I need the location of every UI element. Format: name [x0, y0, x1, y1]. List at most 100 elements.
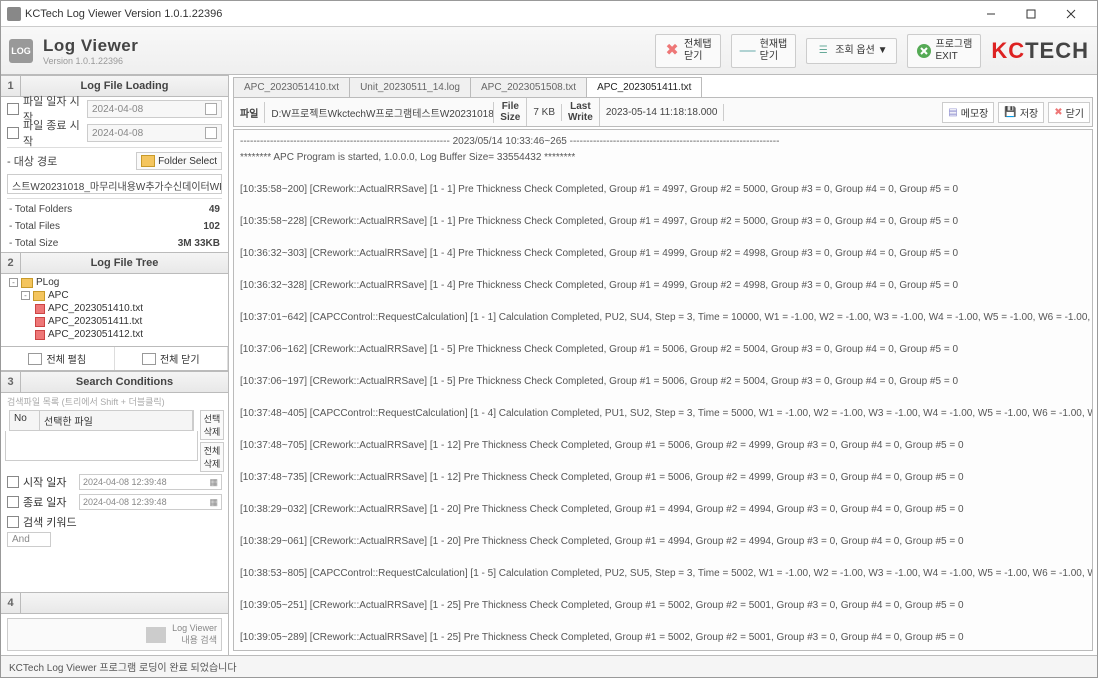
col-no: No [10, 411, 40, 430]
total-folders-value: 49 [209, 204, 220, 215]
log-line: [10:39:05~289] [CRework::ActualRRSave] [… [240, 630, 1086, 646]
search-end-checkbox[interactable] [7, 496, 19, 508]
tree-folder[interactable]: -PLog [3, 276, 226, 289]
log-line [240, 518, 1086, 534]
log-line [240, 166, 1086, 182]
tree-file[interactable]: APC_2023051410.txt [3, 302, 226, 315]
log-line [240, 454, 1086, 470]
collapse-all-button[interactable]: 전체 닫기 [115, 347, 229, 370]
log-line: [10:36:32~328] [CRework::ActualRRSave] [… [240, 278, 1086, 294]
log-line [240, 486, 1086, 502]
folder-icon [21, 278, 33, 288]
notepad-button[interactable]: ▤메모장 [942, 102, 994, 123]
tree-file[interactable]: APC_2023051411.txt [3, 315, 226, 328]
search-list-hint: 검색파일 목록 (트리에서 Shift + 더블클릭) [1, 393, 228, 410]
expander-icon[interactable]: - [9, 278, 18, 287]
save-button[interactable]: 💾저장 [998, 102, 1044, 123]
end-date-checkbox[interactable] [7, 127, 19, 139]
path-display: 스트W20231018_마무리내용W추가수신데이터WPLog [7, 174, 222, 194]
log-line: [10:38:29~061] [CRework::ActualRRSave] [… [240, 534, 1086, 550]
close-tab-button[interactable]: ✖닫기 [1048, 102, 1090, 123]
col-file: 선택한 파일 [40, 411, 193, 430]
expand-icon [28, 353, 42, 365]
collapse-icon [142, 353, 156, 365]
tab-0[interactable]: APC_2023051410.txt [233, 77, 350, 97]
notepad-icon: ▤ [948, 107, 957, 118]
end-date-input[interactable]: 2024-04-08 [87, 124, 222, 142]
tree-file[interactable]: APC_2023051412.txt [3, 328, 226, 341]
total-size-value: 3M 33KB [178, 238, 220, 249]
total-size-label: - Total Size [9, 238, 178, 249]
exit-button[interactable]: 프로그램EXIT [907, 34, 982, 68]
folder-select-button[interactable]: Folder Select [136, 152, 222, 170]
close-current-tab-button[interactable]: — 현재탭닫기 [731, 34, 797, 68]
log-line: [10:37:48~735] [CRework::ActualRRSave] [… [240, 470, 1086, 486]
log-line: [10:38:53~805] [CAPCControl::RequestCalc… [240, 566, 1086, 582]
tab-1[interactable]: Unit_20230511_14.log [349, 77, 471, 97]
log-line: ----------------------------------------… [240, 134, 1086, 150]
search-start-checkbox[interactable] [7, 476, 19, 488]
app-logo-icon: LOG [9, 39, 33, 63]
expander-icon[interactable]: - [21, 291, 30, 300]
log-line: [10:37:01~642] [CAPCControl::RequestCalc… [240, 310, 1086, 326]
start-date-input[interactable]: 2024-04-08 [87, 100, 222, 118]
log-line [240, 358, 1086, 374]
file-label: 파일 [240, 105, 258, 120]
log-viewer-search-button[interactable]: Log Viewer내용 검색 [7, 618, 222, 651]
log-line: [10:37:48~705] [CRework::ActualRRSave] [… [240, 438, 1086, 454]
close-all-tabs-button[interactable]: ✖ 전체탭닫기 [655, 34, 721, 68]
close-button[interactable] [1051, 2, 1091, 26]
end-date-label: 파일 종료 시작 [23, 117, 83, 149]
file-icon [35, 330, 45, 340]
delete-all-button[interactable]: 전체 삭제 [200, 442, 224, 472]
file-icon [35, 304, 45, 314]
log-line [240, 294, 1086, 310]
andor-select[interactable]: And [7, 532, 51, 547]
section-3-title: Search Conditions [21, 376, 228, 388]
log-line: [10:39:05~251] [CRework::ActualRRSave] [… [240, 598, 1086, 614]
size-label: File Size [500, 101, 520, 123]
log-line [240, 550, 1086, 566]
log-content[interactable]: ----------------------------------------… [233, 129, 1093, 651]
section-1-badge: 1 [1, 76, 21, 96]
log-line: ******** APC Program is started, 1.0.0.0… [240, 150, 1086, 166]
log-line [240, 390, 1086, 406]
folder-icon [141, 155, 155, 167]
delete-selected-button[interactable]: 선택 삭제 [200, 410, 224, 440]
log-line [240, 326, 1086, 342]
log-line: [10:37:06~197] [CRework::ActualRRSave] [… [240, 374, 1086, 390]
app-version: Version 1.0.1.22396 [43, 56, 138, 66]
target-path-label: - 대상 경로 [7, 153, 132, 169]
log-line: [10:35:58~228] [CRework::ActualRRSave] [… [240, 214, 1086, 230]
search-end-input[interactable]: 2024-04-08 12:39:48▦ [79, 494, 222, 510]
log-line: [10:37:48~405] [CAPCControl::RequestCalc… [240, 406, 1086, 422]
search-start-input[interactable]: 2024-04-08 12:39:48▦ [79, 474, 222, 490]
total-files-label: - Total Files [9, 221, 203, 232]
calendar-icon[interactable] [205, 127, 217, 139]
total-folders-label: - Total Folders [9, 204, 209, 215]
tab-3[interactable]: APC_2023051411.txt [586, 77, 702, 97]
expand-all-button[interactable]: 전체 펼침 [1, 347, 115, 370]
keyword-checkbox[interactable] [7, 516, 19, 528]
section-2-title: Log File Tree [21, 257, 228, 269]
file-tree[interactable]: -PLog-APCAPC_2023051410.txtAPC_202305141… [1, 274, 228, 346]
maximize-button[interactable] [1011, 2, 1051, 26]
exit-icon [916, 43, 932, 59]
tree-folder[interactable]: -APC [3, 289, 226, 302]
calendar-icon[interactable] [205, 103, 217, 115]
tab-2[interactable]: APC_2023051508.txt [470, 77, 587, 97]
search-start-label: 시작 일자 [23, 474, 75, 490]
file-path: D:W프로젝트WkctechW프로그램테스트W20231018_마무리내용W추가… [271, 105, 494, 120]
file-icon [35, 317, 45, 327]
log-line [240, 262, 1086, 278]
close-icon: — [740, 43, 756, 59]
brand-logo: KCTECH [991, 38, 1089, 64]
minimize-button[interactable] [971, 2, 1011, 26]
search-file-list[interactable] [5, 431, 198, 461]
size-value: 7 KB [533, 107, 555, 118]
section-1-title: Log File Loading [21, 80, 228, 92]
start-date-checkbox[interactable] [7, 103, 19, 115]
status-text: KCTech Log Viewer 프로그램 로딩이 완료 되었습니다 [9, 659, 237, 674]
log-line [240, 198, 1086, 214]
view-options-button[interactable]: ☰ 조회 옵션 ▼ [806, 38, 896, 64]
